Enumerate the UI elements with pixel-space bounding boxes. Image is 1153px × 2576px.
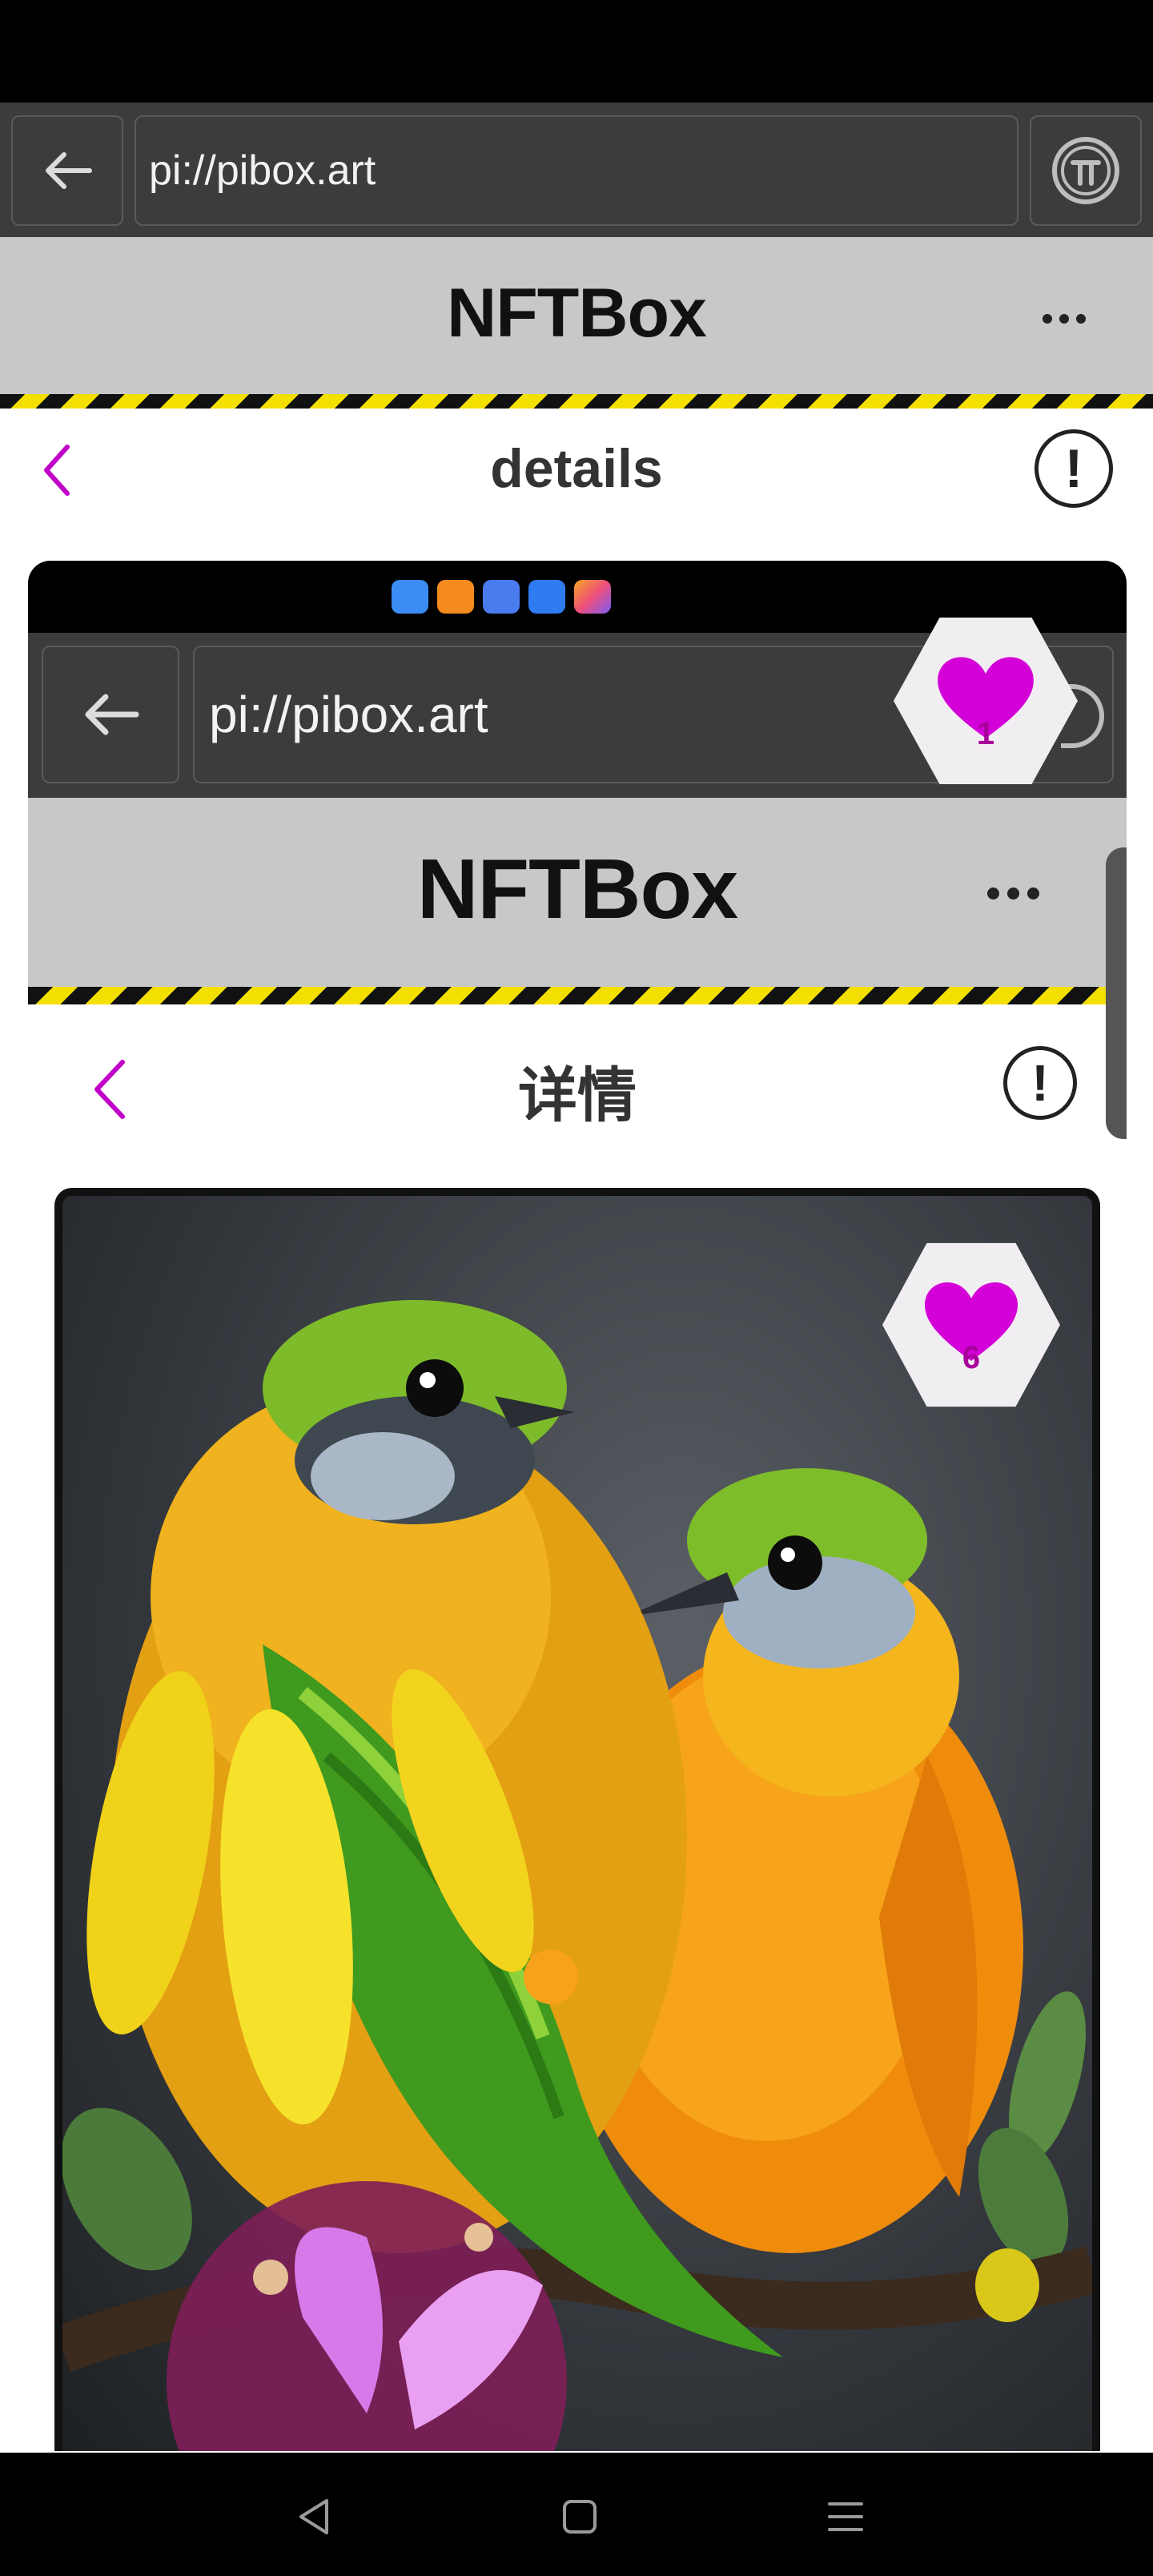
more-menu-button[interactable] (1043, 314, 1086, 324)
pi-logo-icon (1052, 137, 1119, 204)
nft-preview-card[interactable]: pi://pibox.art NFTBox 详情 ! 6 1 (28, 561, 1127, 2451)
inner-status-icons (392, 580, 611, 614)
inner-app-title: NFTBox (416, 842, 738, 936)
info-icon[interactable]: ! (1034, 429, 1113, 508)
photos-icon (574, 580, 611, 614)
inner-hazard-stripe (28, 987, 1127, 1004)
dot-icon (987, 888, 999, 900)
video-icon (437, 580, 474, 614)
inner-page-title: 详情 (518, 1061, 637, 1130)
dot-icon (1059, 314, 1069, 324)
hazard-stripe (0, 394, 1153, 409)
cloud-icon (392, 580, 428, 614)
system-nav-bar (0, 2453, 1153, 2576)
dot-icon (1027, 888, 1039, 900)
nft-artwork-image[interactable]: 6 (54, 1188, 1100, 2451)
status-bar (0, 0, 1153, 103)
dot-icon (1076, 314, 1086, 324)
browser-url-text: pi://pibox.art (149, 147, 376, 194)
inner-app-header: NFTBox (28, 798, 1127, 987)
like-count-image: 6 (962, 1340, 981, 1375)
like-count-top: 1 (976, 716, 995, 751)
browser-back-button[interactable] (11, 115, 123, 226)
arrow-left-icon (46, 152, 92, 189)
app-title: NFTBox (447, 275, 707, 352)
dot-icon (1007, 888, 1019, 900)
inner-more-menu-button[interactable] (987, 888, 1039, 900)
browser-toolbar: pi://pibox.art (0, 103, 1153, 237)
dot-icon (1043, 314, 1052, 324)
bulb-icon (528, 580, 565, 614)
page-title: details (490, 438, 663, 499)
pi-browser-button[interactable] (1030, 115, 1142, 226)
music-icon (483, 580, 520, 614)
inner-url-text: pi://pibox.art (209, 686, 488, 743)
nav-home-icon[interactable] (562, 2499, 597, 2534)
nav-back-icon[interactable] (296, 2498, 331, 2536)
app-header: NFTBox (0, 237, 1153, 409)
inner-info-icon[interactable]: ! (1003, 1046, 1077, 1120)
browser-url-field[interactable]: pi://pibox.art (135, 115, 1018, 226)
arrow-left-icon (85, 694, 139, 735)
nav-menu-icon[interactable] (826, 2499, 865, 2534)
inner-back-button[interactable] (42, 646, 179, 783)
